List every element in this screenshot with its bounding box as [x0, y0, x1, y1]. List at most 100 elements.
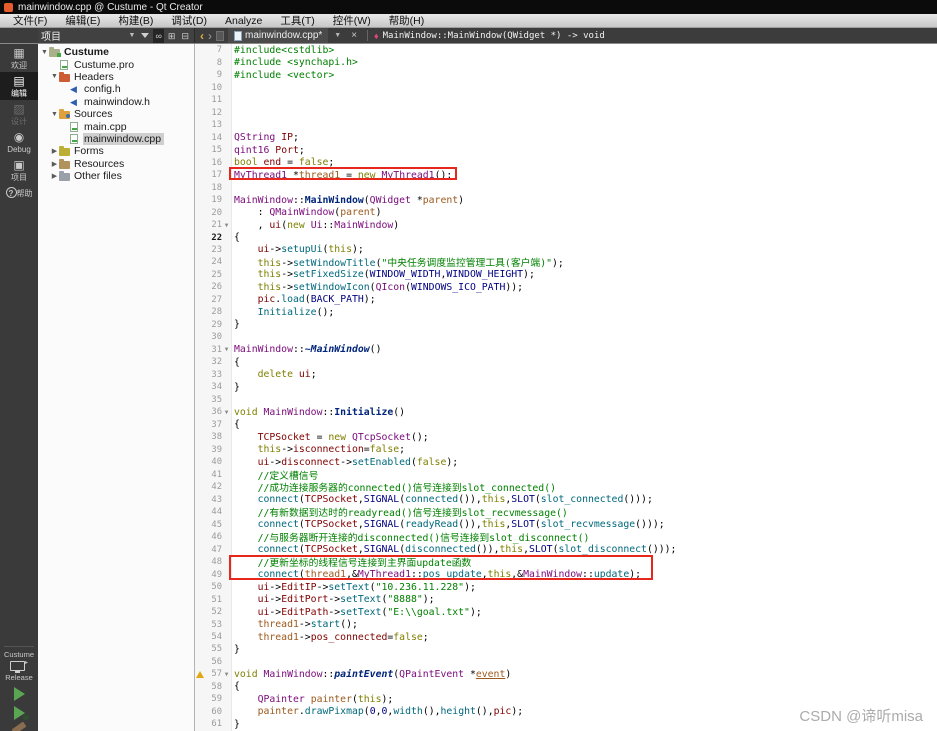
code-line-52[interactable]: 52 ui->EditPath->setText("E:\\goal.txt")… [195, 606, 937, 618]
chevron-collapsed-icon[interactable]: ▶ [50, 172, 59, 180]
code-line-42[interactable]: 42 //成功连接服务器的connected()信号连接到slot_connec… [195, 481, 937, 493]
chevron-expanded-icon[interactable]: ▼ [50, 73, 59, 80]
tree-item[interactable]: ▼Headers [38, 71, 194, 83]
code-line-40[interactable]: 40 ui->disconnect->setEnabled(false); [195, 456, 937, 468]
line-number[interactable]: 60 [205, 707, 222, 717]
code-line-12[interactable]: 12 [195, 106, 937, 118]
menu-item[interactable]: 编辑(E) [56, 13, 109, 28]
line-number[interactable]: 32 [205, 357, 222, 367]
line-number[interactable]: 26 [205, 282, 222, 292]
debug-run-button[interactable] [0, 706, 38, 720]
code-line-53[interactable]: 53 thread1->start(); [195, 618, 937, 630]
line-number[interactable]: 45 [205, 520, 222, 530]
mode-help[interactable]: ?帮助 [0, 184, 38, 201]
go-back-icon[interactable]: ‹ [200, 30, 204, 42]
code-line-17[interactable]: 17MyThread1 *thread1 = new MyThread1(); [195, 169, 937, 181]
code-line-57[interactable]: 57▼void MainWindow::paintEvent(QPaintEve… [195, 668, 937, 680]
code-line-7[interactable]: 7#include<cstdlib> [195, 44, 937, 56]
line-number[interactable]: 28 [205, 307, 222, 317]
filter-icon[interactable] [141, 33, 149, 42]
code-line-36[interactable]: 36▼void MainWindow::Initialize() [195, 406, 937, 418]
line-number[interactable]: 27 [205, 295, 222, 305]
line-number[interactable]: 16 [205, 158, 222, 168]
code-line-23[interactable]: 23 ui->setupUi(this); [195, 244, 937, 256]
code-line-55[interactable]: 55} [195, 643, 937, 655]
line-number[interactable]: 59 [205, 694, 222, 704]
line-number[interactable]: 17 [205, 170, 222, 180]
code-line-50[interactable]: 50 ui->EditIP->setText("10.236.11.228"); [195, 581, 937, 593]
code-line-54[interactable]: 54 thread1->pos_connected=false; [195, 631, 937, 643]
run-button[interactable] [0, 687, 38, 701]
tab-dropdown-icon[interactable]: ▼ [332, 32, 343, 39]
code-line-58[interactable]: 58{ [195, 681, 937, 693]
line-number[interactable]: 21 [205, 220, 222, 230]
line-number[interactable]: 36 [205, 407, 222, 417]
mode-debug[interactable]: ◉Debug [0, 128, 38, 156]
line-number[interactable]: 29 [205, 320, 222, 330]
line-number[interactable]: 12 [205, 108, 222, 118]
code-line-29[interactable]: 29} [195, 319, 937, 331]
code-line-33[interactable]: 33 delete ui; [195, 369, 937, 381]
close-tab-icon[interactable]: × [347, 30, 361, 41]
tree-item[interactable]: mainwindow.cpp [38, 133, 194, 145]
code-line-43[interactable]: 43 connect(TCPSocket,SIGNAL(connected())… [195, 493, 937, 505]
code-line-32[interactable]: 32{ [195, 356, 937, 368]
code-line-18[interactable]: 18 [195, 181, 937, 193]
code-line-47[interactable]: 47 connect(TCPSocket,SIGNAL(disconnected… [195, 543, 937, 555]
tree-item[interactable]: ▶Resources [38, 158, 194, 170]
menu-item[interactable]: 构建(B) [109, 13, 162, 28]
line-number[interactable]: 52 [205, 607, 222, 617]
pane-chevron-down-icon[interactable]: ▼ [127, 29, 138, 43]
code-line-51[interactable]: 51 ui->EditPort->setText("8888"); [195, 593, 937, 605]
line-number[interactable]: 53 [205, 620, 222, 630]
tree-item[interactable]: mainwindow.h [38, 96, 194, 108]
line-number[interactable]: 25 [205, 270, 222, 280]
code-line-28[interactable]: 28 Initialize(); [195, 306, 937, 318]
line-number[interactable]: 35 [205, 395, 222, 405]
line-number[interactable]: 18 [205, 183, 222, 193]
line-number[interactable]: 11 [205, 95, 222, 105]
mode-projects[interactable]: ▣项目 [0, 156, 38, 184]
line-number[interactable]: 33 [205, 370, 222, 380]
code-line-34[interactable]: 34} [195, 381, 937, 393]
build-button[interactable] [12, 722, 27, 731]
menu-item[interactable]: 调试(D) [162, 13, 216, 28]
line-number[interactable]: 14 [205, 133, 222, 143]
tree-item[interactable]: main.cpp [38, 120, 194, 132]
code-line-46[interactable]: 46 //与服务器断开连接的disconnected()信号连接到slot_di… [195, 531, 937, 543]
symbol-selector[interactable]: MainWindow::MainWindow(QWidget *) -> voi… [383, 31, 605, 41]
code-line-27[interactable]: 27 pic.load(BACK_PATH); [195, 294, 937, 306]
code-line-11[interactable]: 11 [195, 94, 937, 106]
collapse-all-icon[interactable]: ⊟ [179, 29, 191, 43]
code-line-19[interactable]: 19MainWindow::MainWindow(QWidget *parent… [195, 194, 937, 206]
line-number[interactable]: 13 [205, 120, 222, 130]
code-line-25[interactable]: 25 this->setFixedSize(WINDOW_WIDTH,WINDO… [195, 269, 937, 281]
line-number[interactable]: 15 [205, 145, 222, 155]
line-number[interactable]: 8 [205, 58, 222, 68]
tab-mainwindow-cpp[interactable]: mainwindow.cpp* [228, 28, 328, 43]
tree-item[interactable]: ▼Custume [38, 46, 194, 58]
code-line-26[interactable]: 26 this->setWindowIcon(QIcon(WINDOWS_ICO… [195, 281, 937, 293]
code-line-38[interactable]: 38 TCPSocket = new QTcpSocket(); [195, 431, 937, 443]
menu-item[interactable]: 工具(T) [271, 13, 323, 28]
line-number[interactable]: 40 [205, 457, 222, 467]
code-line-45[interactable]: 45 connect(TCPSocket,SIGNAL(readyRead())… [195, 518, 937, 530]
line-number[interactable]: 61 [205, 719, 222, 729]
code-line-24[interactable]: 24 this->setWindowTitle("中央任务调度监控管理工具(客户… [195, 256, 937, 268]
line-number[interactable]: 57 [205, 669, 222, 679]
code-line-49[interactable]: 49 connect(thread1,&MyThread1::pos_updat… [195, 568, 937, 580]
code-line-37[interactable]: 37{ [195, 419, 937, 431]
go-forward-icon[interactable]: › [208, 30, 212, 42]
code-line-39[interactable]: 39 this->isconnection=false; [195, 444, 937, 456]
menu-item[interactable]: 文件(F) [4, 13, 56, 28]
mode-design[interactable]: ▨设计 [0, 100, 38, 128]
code-line-30[interactable]: 30 [195, 331, 937, 343]
chevron-collapsed-icon[interactable]: ▶ [50, 160, 59, 168]
code-line-15[interactable]: 15qint16 Port; [195, 144, 937, 156]
fold-marker-icon[interactable]: ▼ [222, 222, 231, 229]
code-line-13[interactable]: 13 [195, 119, 937, 131]
code-line-59[interactable]: 59 QPainter painter(this); [195, 693, 937, 705]
code-line-22[interactable]: 22{ [195, 231, 937, 243]
line-number[interactable]: 47 [205, 545, 222, 555]
line-number[interactable]: 30 [205, 332, 222, 342]
